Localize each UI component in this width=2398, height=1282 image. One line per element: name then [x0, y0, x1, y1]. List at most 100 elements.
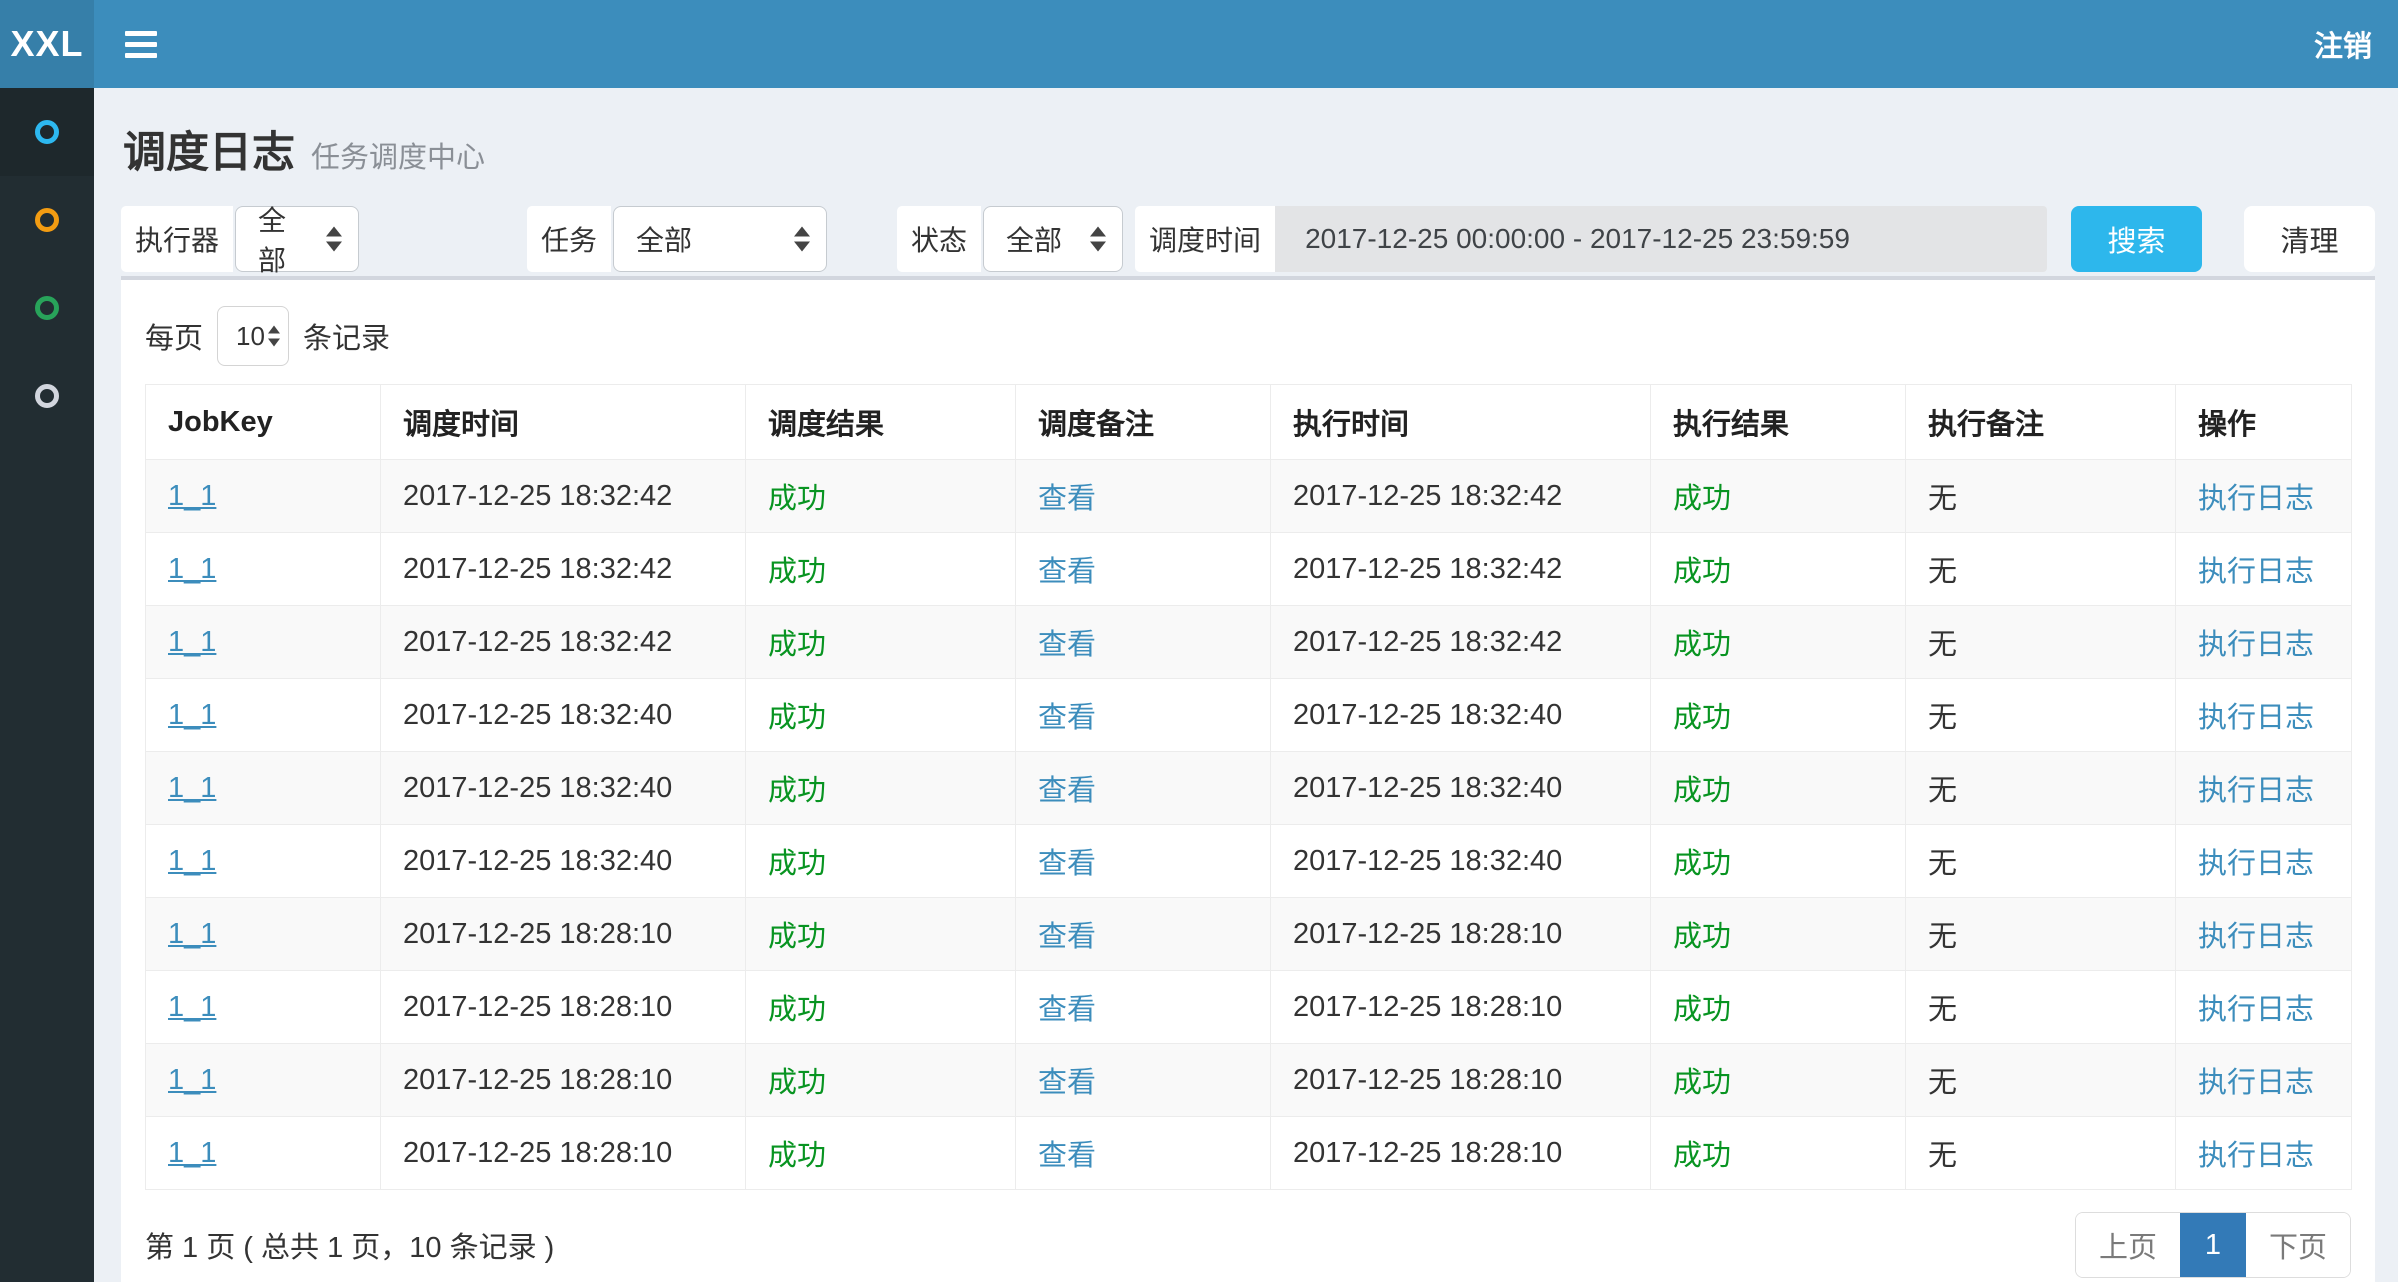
cell-action-link[interactable]: 执行日志: [2198, 848, 2314, 880]
cell-job_key-link[interactable]: 1_1: [168, 918, 216, 950]
clean-button[interactable]: 清理: [2244, 206, 2375, 272]
cell-job_key-link[interactable]: 1_1: [168, 991, 216, 1023]
cell-trigger_msg-link[interactable]: 查看: [1038, 702, 1096, 734]
cell-trigger_result: 成功: [768, 556, 826, 588]
cell-handle_result: 成功: [1673, 994, 1731, 1026]
sidebar-toggle-button[interactable]: [94, 0, 188, 88]
cell-handle_msg: 无: [1928, 556, 1957, 588]
app-logo[interactable]: XXL: [0, 0, 94, 88]
cell-handle_time: 2017-12-25 18:32:40: [1293, 772, 1562, 804]
cell-action-link[interactable]: 执行日志: [2198, 994, 2314, 1026]
trigger-time-range-input[interactable]: [1275, 206, 2047, 272]
top-navbar: XXL 注销: [0, 0, 2398, 88]
job-filter-select[interactable]: 全部: [613, 206, 827, 272]
cell-trigger_msg-link[interactable]: 查看: [1038, 1067, 1096, 1099]
status-filter-select[interactable]: 全部: [983, 206, 1123, 272]
sidebar-item-1[interactable]: [0, 88, 94, 176]
page-size-select[interactable]: 10: [217, 306, 289, 366]
page-size-suffix-label: 条记录: [303, 315, 390, 357]
page-title: 调度日志: [123, 118, 295, 180]
cell-handle_msg: 无: [1906, 679, 2176, 752]
sidebar-item-2[interactable]: [0, 176, 94, 264]
cell-trigger_msg: 查看: [1016, 679, 1271, 752]
cell-trigger_time: 2017-12-25 18:28:10: [403, 918, 672, 950]
current-page-button[interactable]: 1: [2180, 1213, 2246, 1277]
cell-job_key-link[interactable]: 1_1: [168, 772, 216, 804]
cell-trigger_msg-link[interactable]: 查看: [1038, 556, 1096, 588]
cell-action-link[interactable]: 执行日志: [2198, 629, 2314, 661]
pagination-summary: 第 1 页 ( 总共 1 页，10 条记录 ): [145, 1224, 554, 1266]
cell-job_key: 1_1: [146, 679, 381, 752]
cell-handle_time: 2017-12-25 18:28:10: [1271, 971, 1651, 1044]
cell-handle_time: 2017-12-25 18:32:42: [1271, 533, 1651, 606]
cell-action-link[interactable]: 执行日志: [2198, 556, 2314, 588]
cell-action: 执行日志: [2176, 898, 2352, 971]
column-header-handle_time: 执行时间: [1271, 385, 1651, 460]
cell-job_key-link[interactable]: 1_1: [168, 1064, 216, 1096]
page-subtitle: 任务调度中心: [311, 134, 485, 176]
cell-handle_msg: 无: [1906, 460, 2176, 533]
cell-handle_msg: 无: [1906, 606, 2176, 679]
cell-action-link[interactable]: 执行日志: [2198, 1140, 2314, 1172]
cell-trigger_msg-link[interactable]: 查看: [1038, 848, 1096, 880]
search-button[interactable]: 搜索: [2071, 206, 2202, 272]
cell-trigger_msg-link[interactable]: 查看: [1038, 921, 1096, 953]
cell-job_key-link[interactable]: 1_1: [168, 845, 216, 877]
cell-trigger_msg: 查看: [1016, 898, 1271, 971]
cell-handle_time: 2017-12-25 18:28:10: [1271, 898, 1651, 971]
trigger-time-filter-group: 调度时间: [1135, 206, 2047, 272]
cell-action-link[interactable]: 执行日志: [2198, 483, 2314, 515]
cell-trigger_result: 成功: [746, 752, 1016, 825]
cell-handle_msg: 无: [1928, 994, 1957, 1026]
select-arrows-icon: [326, 227, 342, 252]
next-page-button[interactable]: 下页: [2246, 1213, 2350, 1277]
cell-trigger_time: 2017-12-25 18:28:10: [381, 971, 746, 1044]
cell-job_key-link[interactable]: 1_1: [168, 480, 216, 512]
cell-action-link[interactable]: 执行日志: [2198, 775, 2314, 807]
cell-trigger_time: 2017-12-25 18:32:40: [403, 845, 672, 877]
cell-handle_msg: 无: [1928, 1140, 1957, 1172]
cell-trigger_msg: 查看: [1016, 606, 1271, 679]
cell-handle_result: 成功: [1673, 1067, 1731, 1099]
cell-trigger_msg-link[interactable]: 查看: [1038, 483, 1096, 515]
logout-link[interactable]: 注销: [2314, 23, 2372, 65]
table-header-row: JobKey调度时间调度结果调度备注执行时间执行结果执行备注操作: [146, 385, 2352, 460]
table-body: 1_12017-12-25 18:32:42成功查看2017-12-25 18:…: [146, 460, 2352, 1190]
cell-handle_result: 成功: [1673, 629, 1731, 661]
cell-trigger_time: 2017-12-25 18:28:10: [381, 898, 746, 971]
cell-handle_result: 成功: [1651, 752, 1906, 825]
select-arrows-icon: [794, 227, 810, 252]
cell-trigger_msg-link[interactable]: 查看: [1038, 994, 1096, 1026]
cell-trigger_time: 2017-12-25 18:32:40: [403, 772, 672, 804]
cell-job_key-link[interactable]: 1_1: [168, 1137, 216, 1169]
cell-handle_time: 2017-12-25 18:28:10: [1293, 1137, 1562, 1169]
sidebar-item-4[interactable]: [0, 352, 94, 440]
cell-job_key: 1_1: [146, 606, 381, 679]
cell-trigger_msg: 查看: [1016, 971, 1271, 1044]
cell-job_key-link[interactable]: 1_1: [168, 553, 216, 585]
cell-job_key-link[interactable]: 1_1: [168, 626, 216, 658]
cell-handle_result: 成功: [1651, 1044, 1906, 1117]
prev-page-button[interactable]: 上页: [2076, 1213, 2180, 1277]
cell-trigger_result: 成功: [746, 679, 1016, 752]
cell-trigger_msg-link[interactable]: 查看: [1038, 775, 1096, 807]
cell-trigger_msg-link[interactable]: 查看: [1038, 1140, 1096, 1172]
cell-job_key: 1_1: [146, 1117, 381, 1190]
cell-handle_result: 成功: [1673, 921, 1731, 953]
cell-handle_result: 成功: [1673, 1140, 1731, 1172]
cell-trigger_time: 2017-12-25 18:28:10: [403, 991, 672, 1023]
cell-action-link[interactable]: 执行日志: [2198, 1067, 2314, 1099]
cell-trigger_time: 2017-12-25 18:32:42: [381, 533, 746, 606]
filter-toolbar: 执行器 全部 任务 全部 状态 全部 调度时间 搜索 清理: [121, 206, 2375, 272]
cell-trigger_time: 2017-12-25 18:28:10: [381, 1117, 746, 1190]
sidebar-item-3[interactable]: [0, 264, 94, 352]
executor-filter-select[interactable]: 全部: [235, 206, 359, 272]
cell-trigger_msg-link[interactable]: 查看: [1038, 629, 1096, 661]
cell-handle_msg: 无: [1928, 921, 1957, 953]
cell-job_key-link[interactable]: 1_1: [168, 699, 216, 731]
cell-action-link[interactable]: 执行日志: [2198, 921, 2314, 953]
cell-handle_result: 成功: [1651, 1117, 1906, 1190]
cell-trigger_result: 成功: [746, 825, 1016, 898]
table-row: 1_12017-12-25 18:32:40成功查看2017-12-25 18:…: [146, 752, 2352, 825]
cell-action-link[interactable]: 执行日志: [2198, 702, 2314, 734]
